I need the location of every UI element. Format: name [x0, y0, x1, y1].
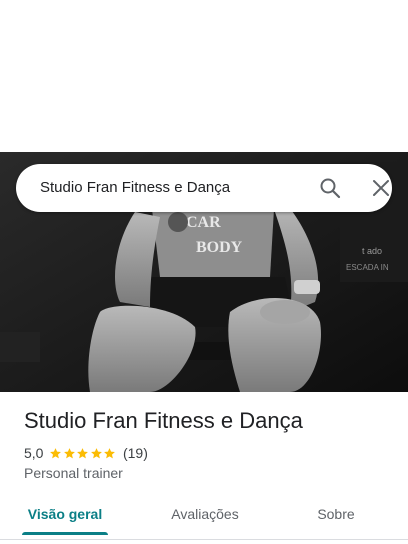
- place-category: Personal trainer: [24, 465, 123, 481]
- rating-value: 5,0: [24, 445, 44, 461]
- map-blank-area: [0, 0, 408, 152]
- place-title: Studio Fran Fitness e Dança: [24, 408, 303, 433]
- star-icon: [50, 447, 62, 458]
- rating-row[interactable]: 5,0 (19): [24, 444, 148, 462]
- search-bar[interactable]: Studio Fran Fitness e Dança: [16, 164, 392, 212]
- tabs-divider: [0, 539, 408, 540]
- tab-bar: Visão geral Avaliações Sobre: [0, 496, 408, 540]
- shirt-text-1: CAR: [186, 214, 221, 231]
- tab-overview[interactable]: Visão geral: [22, 496, 108, 536]
- rating-stars: [49, 447, 117, 460]
- tab-reviews[interactable]: Avaliações: [160, 496, 250, 536]
- close-icon[interactable]: [369, 176, 393, 200]
- sign-text-2: ESCADA IN: [346, 263, 389, 272]
- search-input[interactable]: Studio Fran Fitness e Dança: [40, 164, 230, 212]
- review-count[interactable]: (19): [123, 445, 148, 461]
- sign-text-1: t ado: [362, 246, 382, 256]
- star-icon: [91, 447, 102, 458]
- star-icon: [104, 447, 116, 458]
- star-icon: [77, 447, 89, 458]
- search-icon[interactable]: [318, 176, 342, 200]
- star-icon: [64, 447, 75, 458]
- active-tab-indicator: [22, 532, 108, 535]
- tab-about[interactable]: Sobre: [306, 496, 366, 536]
- shirt-text-2: BODY: [196, 239, 243, 256]
